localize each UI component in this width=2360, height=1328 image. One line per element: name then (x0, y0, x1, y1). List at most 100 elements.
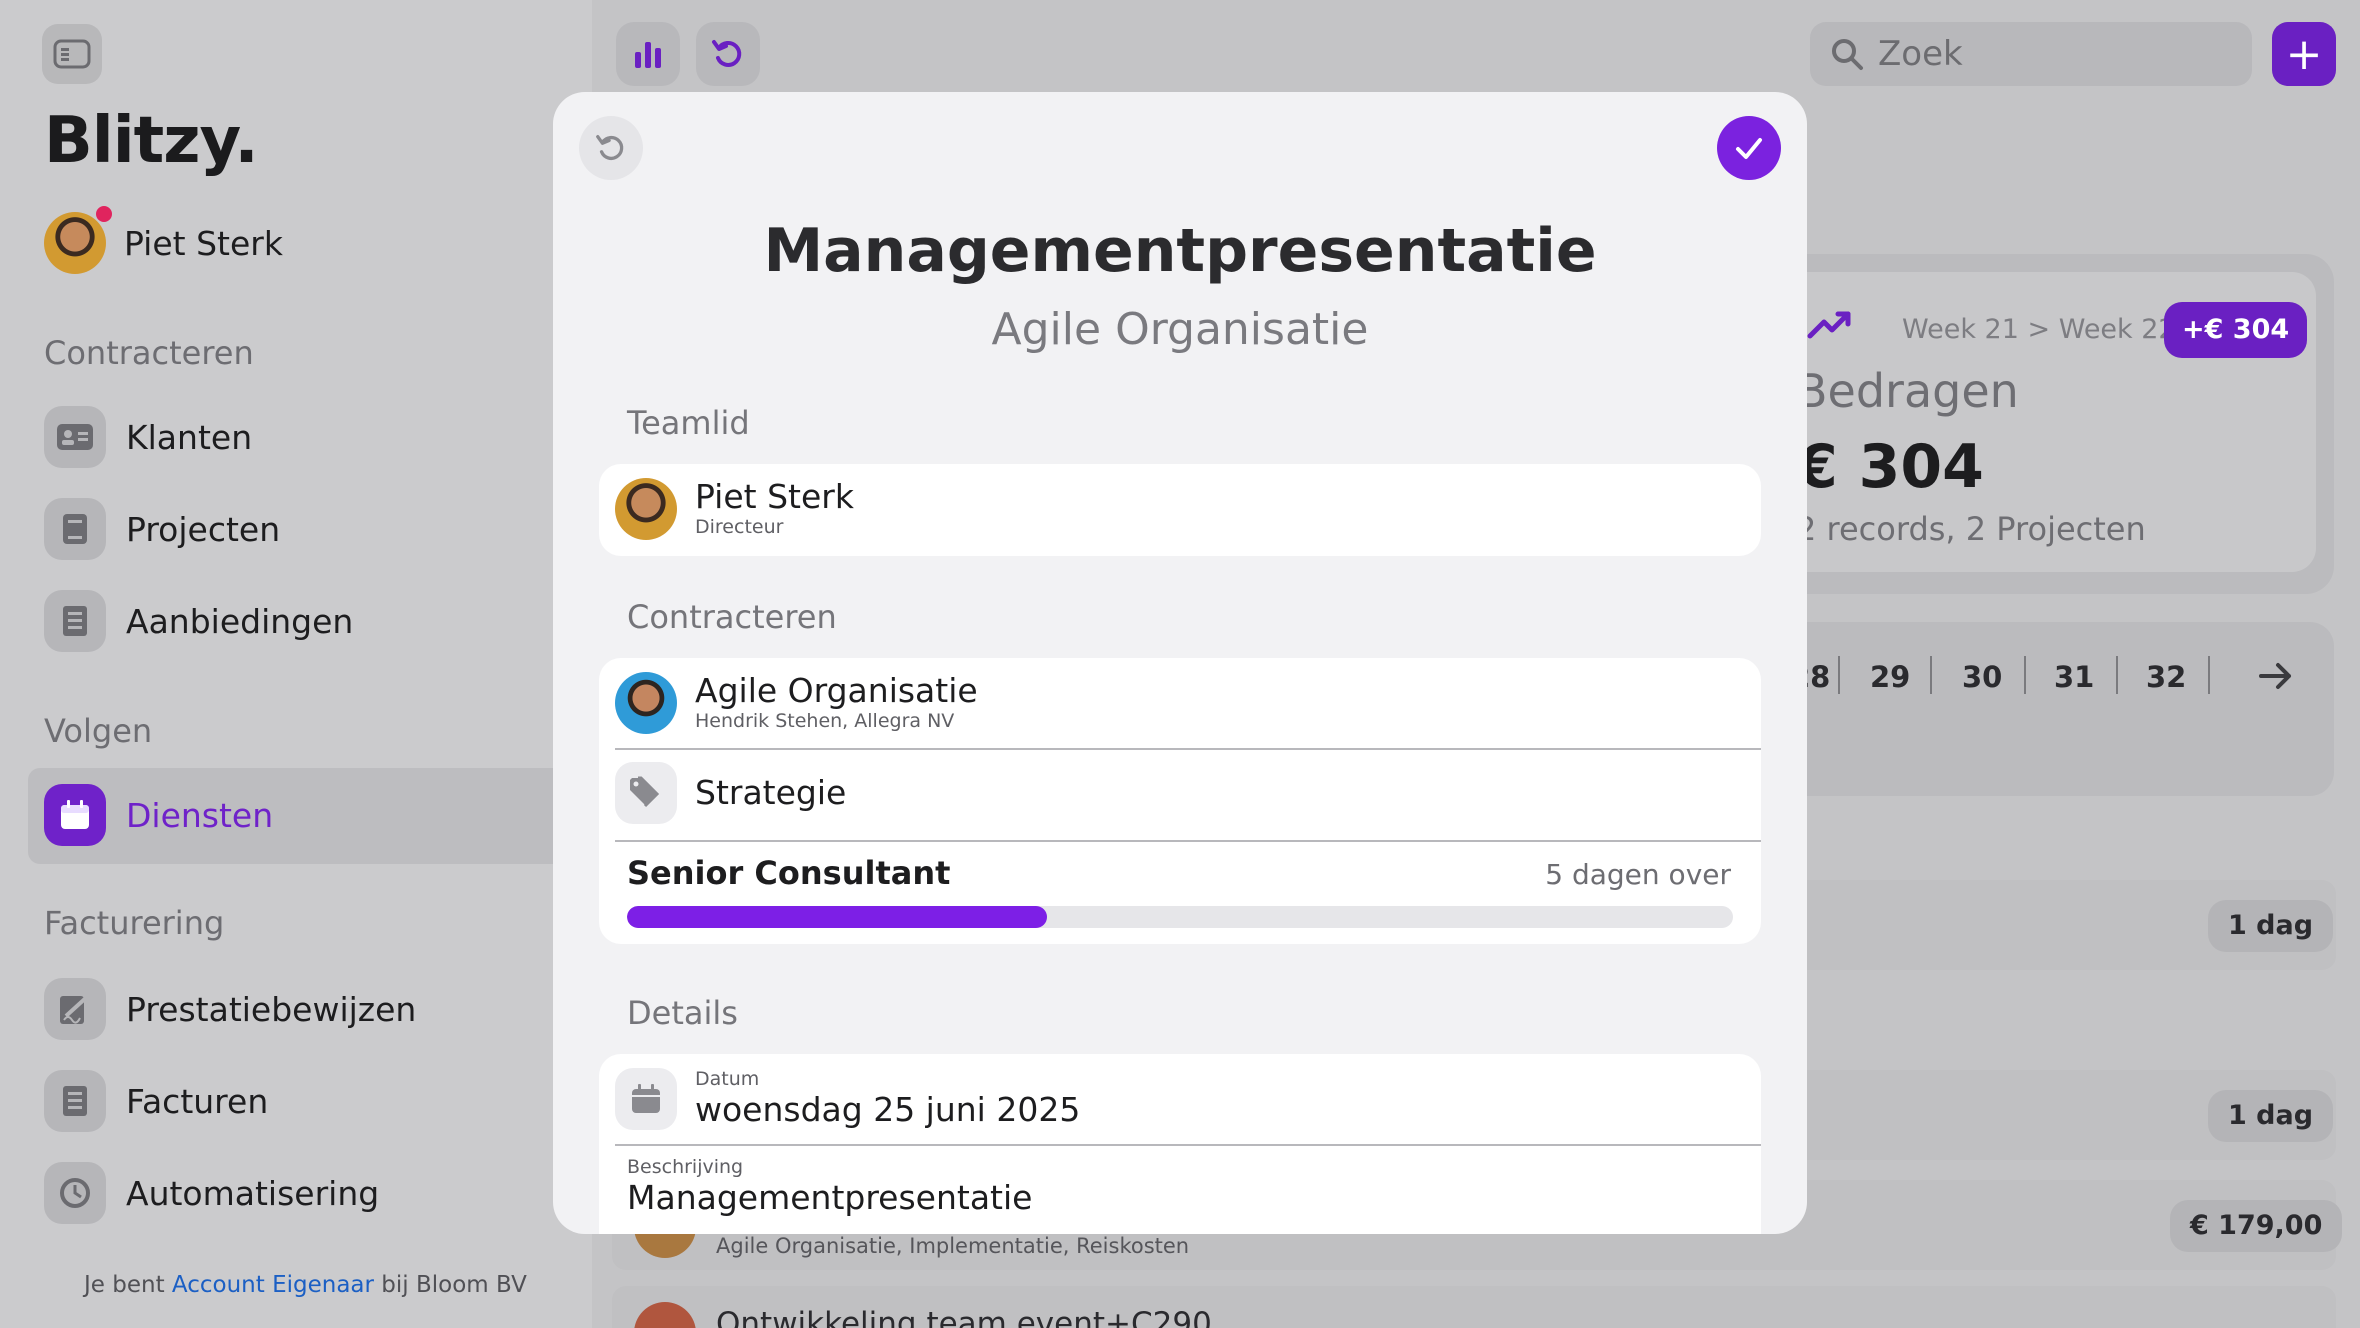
week-separator (1838, 656, 1840, 694)
client-row[interactable]: Agile Organisatie Hendrik Stehen, Allegr… (615, 672, 978, 734)
sidebar-item-facturen[interactable]: Facturen (44, 1070, 268, 1132)
receipt-icon (44, 590, 106, 652)
description-value: Managementpresentatie (627, 1178, 1033, 1217)
sidebar-item-label: Prestatiebewijzen (126, 989, 417, 1029)
account-role-link[interactable]: Account Eigenaar (172, 1272, 374, 1298)
sidebar-item-label: Aanbiedingen (126, 601, 354, 641)
clock-icon (44, 1162, 106, 1224)
week-separator (1930, 656, 1932, 694)
week-number[interactable]: 32 (2146, 660, 2186, 694)
date-text: Datum woensdag 25 juni 2025 (695, 1068, 1080, 1130)
category-row[interactable]: Strategie (615, 762, 846, 824)
signature-icon (44, 978, 106, 1040)
sidebar-item-label: Facturen (126, 1081, 269, 1121)
teamlid-text: Piet Sterk Directeur (695, 479, 854, 539)
stats-delta-badge: +€ 304 (2164, 302, 2308, 358)
account-note: Je bent Account Eigenaar bij Bloom BV (84, 1272, 527, 1298)
section-teamlid: Teamlid (627, 404, 750, 442)
arrow-right-icon[interactable] (2258, 660, 2294, 696)
undo-button[interactable] (579, 116, 643, 180)
account-note-suffix: bij Bloom BV (381, 1272, 527, 1298)
trend-up-icon (1806, 308, 1854, 344)
position-title: Senior Consultant (627, 854, 951, 892)
week-number[interactable]: 29 (1870, 660, 1910, 694)
sidebar-item-diensten[interactable]: Diensten (44, 784, 273, 846)
undo-icon (596, 135, 624, 160)
avatar (615, 478, 677, 540)
sidebar-toggle-icon (53, 39, 91, 69)
account-note-prefix: Je bent (84, 1272, 165, 1298)
modal-subtitle: Agile Organisatie (991, 304, 1369, 355)
week-number[interactable]: 31 (2054, 660, 2094, 694)
avatar (615, 672, 677, 734)
undo-icon (712, 40, 742, 67)
stats-label: Bedragen (1796, 364, 2019, 418)
stats-amount: € 304 (1796, 432, 1984, 502)
stats-week-range: Week 21 > Week 22 (1902, 314, 2176, 345)
id-card-icon (44, 406, 106, 468)
sidebar-item-projecten[interactable]: Projecten (44, 498, 280, 560)
date-value: woensdag 25 juni 2025 (695, 1090, 1081, 1129)
divider (615, 1144, 1761, 1146)
checkmark-icon (1736, 138, 1762, 159)
client-name: Agile Organisatie (695, 671, 978, 710)
teamlid-card[interactable]: Piet Sterk Directeur (599, 464, 1761, 556)
sidebar-item-label: Diensten (126, 795, 274, 835)
week-separator (2024, 656, 2026, 694)
sidebar-item-prestatiebewijzen[interactable]: Prestatiebewijzen (44, 978, 416, 1040)
sidebar-section-volgen: Volgen (44, 712, 153, 750)
sidebar-item-label: Projecten (126, 509, 281, 549)
duration-pill: 1 dag (2208, 1090, 2334, 1142)
week-selector (1760, 622, 2334, 796)
divider (615, 748, 1761, 750)
list-item-title: Ontwikkeling team event+C290 (716, 1306, 1212, 1328)
service-detail-modal: Managementpresentatie Agile Organisatie … (553, 92, 1807, 1234)
reset-button[interactable] (696, 22, 760, 86)
sidebar-item-klanten[interactable]: Klanten (44, 406, 252, 468)
sidebar-section-facturering: Facturering (44, 904, 225, 942)
client-detail: Hendrik Stehen, Allegra NV (695, 710, 955, 732)
teamlid-row: Piet Sterk Directeur (615, 478, 854, 540)
app-logo: Blitzy. (44, 104, 259, 178)
invoice-icon (44, 1070, 106, 1132)
duration-pill: 1 dag (2208, 900, 2334, 952)
list-item-subtitle: Agile Organisatie, Implementatie, Reisko… (716, 1234, 1190, 1258)
sidebar-item-aanbiedingen[interactable]: Aanbiedingen (44, 590, 353, 652)
contract-card: Agile Organisatie Hendrik Stehen, Allegr… (599, 658, 1761, 944)
add-button[interactable]: + (2272, 22, 2336, 86)
sidebar-item-label: Automatisering (126, 1173, 380, 1213)
days-remaining: 5 dagen over (1545, 858, 1731, 891)
teamlid-role: Directeur (695, 516, 784, 538)
confirm-button[interactable] (1717, 116, 1781, 180)
plus-icon: + (2285, 28, 2323, 80)
week-number[interactable]: 30 (1962, 660, 2002, 694)
statistics-button[interactable] (616, 22, 680, 86)
date-row[interactable]: Datum woensdag 25 juni 2025 (615, 1068, 1080, 1130)
sidebar-toggle-button[interactable] (42, 24, 102, 84)
current-user[interactable]: Piet Sterk (44, 206, 283, 274)
search-icon (1832, 39, 1863, 70)
book-icon (44, 498, 106, 560)
stats-summary: 2 records, 2 Projecten (1796, 510, 2146, 548)
sidebar-item-automatisering[interactable]: Automatisering (44, 1162, 379, 1224)
divider (615, 840, 1761, 842)
search-field[interactable]: Zoek (1810, 22, 2252, 86)
calendar-icon (44, 784, 106, 846)
calendar-icon (615, 1068, 677, 1130)
teamlid-name: Piet Sterk (695, 477, 854, 516)
details-card: Datum woensdag 25 juni 2025 Beschrijving… (599, 1054, 1761, 1234)
week-separator (2116, 656, 2118, 694)
category-name: Strategie (695, 773, 847, 812)
description-label: Beschrijving (627, 1156, 744, 1178)
sidebar-item-label: Klanten (126, 417, 253, 457)
description-field[interactable]: Beschrijving Managementpresentatie (627, 1156, 1032, 1218)
notification-dot (96, 206, 112, 222)
tag-icon (615, 762, 677, 824)
modal-title: Managementpresentatie (763, 216, 1597, 286)
section-contracteren: Contracteren (627, 598, 837, 636)
search-placeholder: Zoek (1878, 34, 1963, 74)
bar-chart-icon (635, 42, 661, 68)
sidebar-section-contracteren: Contracteren (44, 334, 254, 372)
date-label: Datum (695, 1068, 760, 1090)
week-separator (2208, 656, 2210, 694)
